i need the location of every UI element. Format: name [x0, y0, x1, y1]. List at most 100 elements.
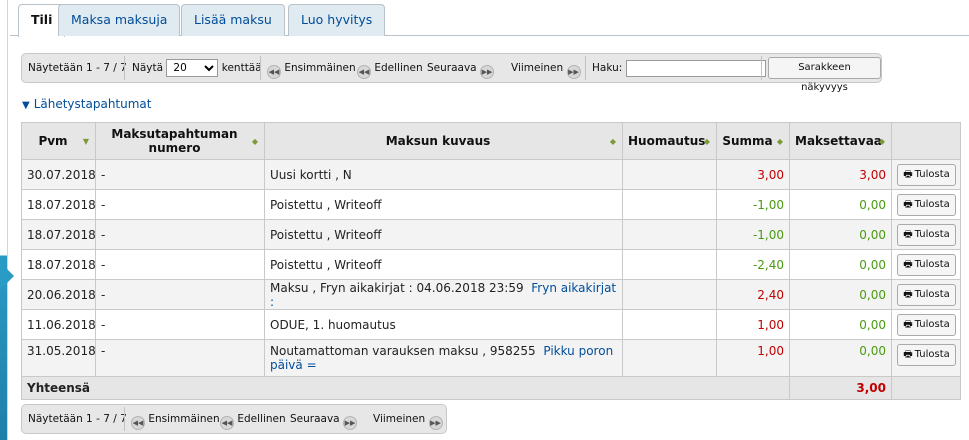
cell-txn: -: [95, 249, 265, 280]
next-page-icon: ▶▶: [342, 416, 357, 430]
table-row: 18.07.2018 - Poistettu , Writeoff -1,00 …: [21, 189, 961, 220]
print-button[interactable]: 🖶 Tulosta: [897, 163, 956, 186]
pager-last-bottom[interactable]: Viimeinen ▶▶: [373, 408, 443, 430]
pager-last[interactable]: Viimeinen ▶▶: [511, 57, 581, 79]
cell-note: [622, 219, 717, 250]
printer-icon: 🖶: [903, 198, 913, 210]
printer-icon: 🖶: [903, 288, 913, 300]
cell-note: [622, 309, 717, 340]
sort-icon: ◆: [878, 137, 885, 146]
cell-amount: -2,40: [716, 249, 790, 280]
col-date-header[interactable]: Pvm ▼: [21, 122, 96, 160]
printer-icon: 🖶: [903, 349, 913, 360]
pager-last-label: Viimeinen: [373, 413, 426, 425]
cell-outstanding: 0,00: [789, 189, 892, 220]
first-page-icon: ◀◀: [131, 416, 145, 430]
cell-note: [622, 279, 717, 310]
pager-info-bottom: Näytetään 1 - 7 / 7: [28, 413, 127, 425]
cell-amount: -1,00: [716, 219, 790, 250]
cell-amount: 2,40: [716, 279, 790, 310]
cell-txn: -: [95, 159, 265, 190]
cell-note: [622, 189, 717, 220]
print-button[interactable]: 🖶 Tulosta: [897, 344, 956, 366]
pager-prev-bottom[interactable]: ◀◀ Edellinen: [220, 408, 286, 430]
cell-description: Poistettu , Writeoff: [264, 219, 623, 250]
pager-next-label: Seuraava: [290, 413, 340, 425]
pager-first[interactable]: ◀◀ Ensimmäinen: [267, 57, 356, 79]
cell-txn: -: [95, 219, 265, 250]
cell-outstanding: 0,00: [789, 309, 892, 340]
pager-prev-label: Edellinen: [237, 413, 286, 425]
search-input[interactable]: [625, 59, 766, 77]
pager-next-bottom[interactable]: Seuraava ▶▶: [290, 408, 357, 430]
cell-description: ODUE, 1. huomautus: [264, 309, 623, 340]
col-description-header[interactable]: Maksun kuvaus ◆: [264, 122, 623, 160]
cell-txn: -: [95, 279, 265, 310]
pager-prev-label: Edellinen: [374, 62, 423, 74]
tab-pay-fines[interactable]: Maksa maksuja: [58, 4, 181, 36]
total-row: Yhteensä 3,00: [21, 376, 961, 400]
column-visibility-button[interactable]: Sarakkeen näkyvyys: [768, 57, 881, 93]
cell-outstanding: 0,00: [789, 339, 892, 377]
pager-first-label: Ensimmäinen: [284, 62, 356, 74]
search-control: Haku:: [592, 57, 766, 79]
sort-icon: ◆: [251, 137, 258, 146]
cell-note: [622, 249, 717, 280]
print-button[interactable]: 🖶 Tulosta: [897, 253, 956, 276]
total-label: Yhteensä: [21, 376, 790, 400]
cell-txn: -: [95, 339, 265, 377]
cell-amount: -1,00: [716, 189, 790, 220]
sort-desc-icon: ▼: [82, 137, 89, 146]
sort-icon: ◆: [776, 137, 783, 146]
tab-bar: Tili Maksa maksuja Lisää maksu Luo hyvit…: [10, 4, 969, 37]
cell-date: 30.07.2018: [21, 159, 96, 190]
cell-outstanding: 3,00: [789, 159, 892, 190]
filter-toggle[interactable]: ▼ Lähetystapahtumat: [22, 97, 151, 111]
pager-top: Näytetään 1 - 7 / 7 Näytä 20 kenttää ◀◀ …: [21, 53, 882, 93]
cell-amount: 3,00: [716, 159, 790, 190]
print-button[interactable]: 🖶 Tulosta: [897, 313, 956, 336]
print-button[interactable]: 🖶 Tulosta: [897, 283, 956, 306]
page-length-select[interactable]: 20: [166, 59, 219, 77]
left-accent-bar: [0, 0, 14, 440]
cell-description: Uusi kortti , N: [264, 159, 623, 190]
cell-amount: 1,00: [716, 309, 790, 340]
cell-date: 18.07.2018: [21, 249, 96, 280]
prev-page-icon: ◀◀: [220, 416, 234, 430]
col-amount-header[interactable]: Summa ◆: [716, 122, 790, 160]
printer-icon: 🖶: [903, 168, 913, 180]
tab-add-fine[interactable]: Lisää maksu: [181, 4, 285, 36]
page-length-suffix: kenttää: [221, 62, 262, 74]
cell-date: 11.06.2018: [21, 309, 96, 340]
page-length-label: Näytä: [132, 62, 164, 74]
account-table: Pvm ▼ Maksutapahtuman numero ◆ Maksun kuva…: [21, 122, 961, 400]
print-button[interactable]: 🖶 Tulosta: [897, 193, 956, 216]
cell-txn: -: [95, 189, 265, 220]
first-page-icon: ◀◀: [267, 65, 281, 79]
pager-bottom: Näytetään 1 - 7 / 7 ◀◀ Ensimmäinen ◀◀ Ed…: [21, 404, 447, 434]
table-header-row: Pvm ▼ Maksutapahtuman numero ◆ Maksun kuva…: [21, 122, 961, 160]
tab-create-credit[interactable]: Luo hyvitys: [288, 4, 386, 36]
col-note-header[interactable]: Huomautus ◆: [622, 122, 717, 160]
cell-date: 20.06.2018: [21, 279, 96, 310]
col-actions-header: [891, 122, 961, 160]
pager-prev[interactable]: ◀◀ Edellinen: [357, 57, 423, 79]
cell-date: 18.07.2018: [21, 219, 96, 250]
cell-txn: -: [95, 309, 265, 340]
search-label: Haku:: [592, 62, 623, 74]
col-outstanding-header[interactable]: Maksettavaa ◆: [789, 122, 892, 160]
page-length-control: Näytä 20 kenttää: [132, 57, 262, 79]
filter-label: Lähetystapahtumat: [33, 97, 152, 111]
cell-description: Poistettu , Writeoff: [264, 249, 623, 280]
cell-amount: 1,00: [716, 339, 790, 377]
last-page-icon: ▶▶: [566, 65, 581, 79]
printer-icon: 🖶: [903, 258, 913, 270]
pager-next[interactable]: Seuraava ▶▶: [427, 57, 494, 79]
pager-first-bottom[interactable]: ◀◀ Ensimmäinen: [131, 408, 220, 430]
pager-info: Näytetään 1 - 7 / 7: [28, 62, 127, 74]
total-value: 3,00: [789, 376, 892, 400]
print-button[interactable]: 🖶 Tulosta: [897, 223, 956, 246]
col-txn-header[interactable]: Maksutapahtuman numero ◆: [95, 122, 265, 160]
cell-date: 31.05.2018: [21, 339, 96, 377]
cell-description: Noutamattoman varauksen maksu , 958255 P…: [264, 339, 623, 377]
